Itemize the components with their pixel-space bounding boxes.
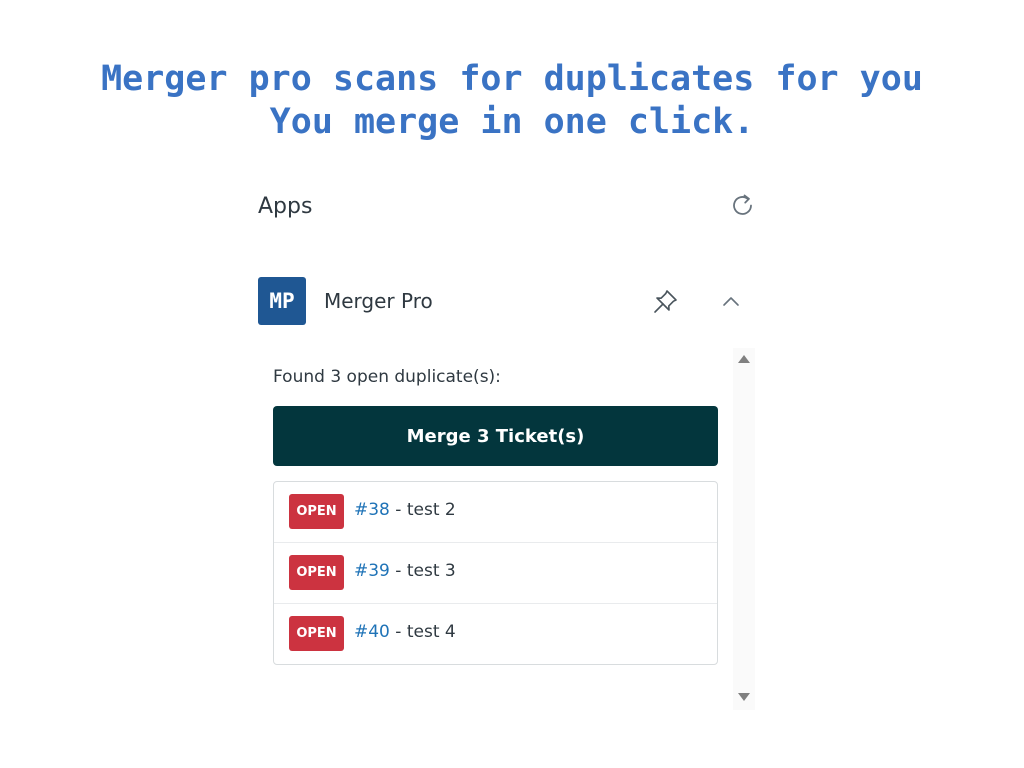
ticket-row: OPEN #39 - test 3 (274, 542, 717, 603)
ticket-line: #39 - test 3 (354, 561, 456, 581)
ticket-separator: - (389, 500, 407, 520)
headline-line-1: Merger pro scans for duplicates for you (101, 59, 923, 99)
ticket-line: #40 - test 4 (354, 622, 456, 642)
ticket-title: test 2 (406, 500, 456, 520)
app-name: Merger Pro (324, 289, 433, 313)
ticket-title: test 3 (406, 561, 456, 581)
ticket-separator: - (389, 622, 407, 642)
status-badge: OPEN (289, 494, 344, 529)
status-badge: OPEN (289, 616, 344, 651)
status-badge: OPEN (289, 555, 344, 590)
refresh-icon[interactable] (730, 193, 756, 219)
ticket-title: test 4 (406, 622, 456, 642)
ticket-row: OPEN #38 - test 2 (274, 482, 717, 542)
headline-line-2: You merge in one click. (269, 102, 755, 142)
scroll-up-arrow-icon[interactable] (737, 352, 751, 366)
ticket-line: #38 - test 2 (354, 500, 456, 520)
apps-panel-title: Apps (258, 194, 313, 219)
ticket-link[interactable]: #38 (354, 500, 390, 520)
ticket-separator: - (389, 561, 407, 581)
app-logo: MP (258, 277, 306, 325)
ticket-link[interactable]: #39 (354, 561, 390, 581)
ticket-row: OPEN #40 - test 4 (274, 603, 717, 664)
panel-scrollbar[interactable] (733, 348, 755, 710)
merge-tickets-button[interactable]: Merge 3 Ticket(s) (273, 406, 718, 466)
ticket-link[interactable]: #40 (354, 622, 390, 642)
app-header-merger-pro: MP Merger Pro (258, 277, 758, 327)
duplicates-found-text: Found 3 open duplicate(s): (273, 367, 501, 387)
scroll-down-arrow-icon[interactable] (737, 690, 751, 704)
duplicate-ticket-list: OPEN #38 - test 2 OPEN #39 - test 3 OPEN… (273, 481, 718, 665)
chevron-up-icon[interactable] (720, 291, 742, 313)
pin-icon[interactable] (650, 287, 680, 317)
promo-headline: Merger pro scans for duplicates for you … (0, 58, 1024, 144)
